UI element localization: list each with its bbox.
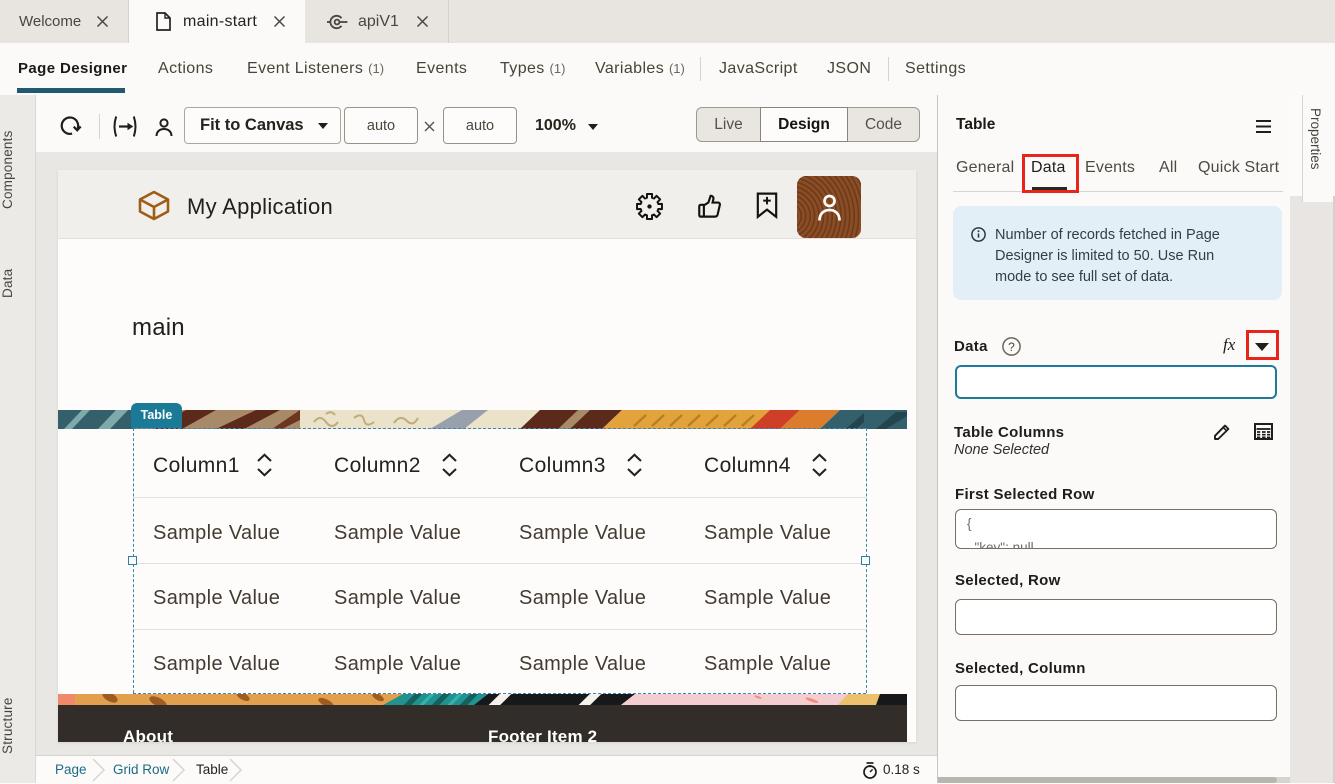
svg-text:?: ? [1008,340,1015,354]
